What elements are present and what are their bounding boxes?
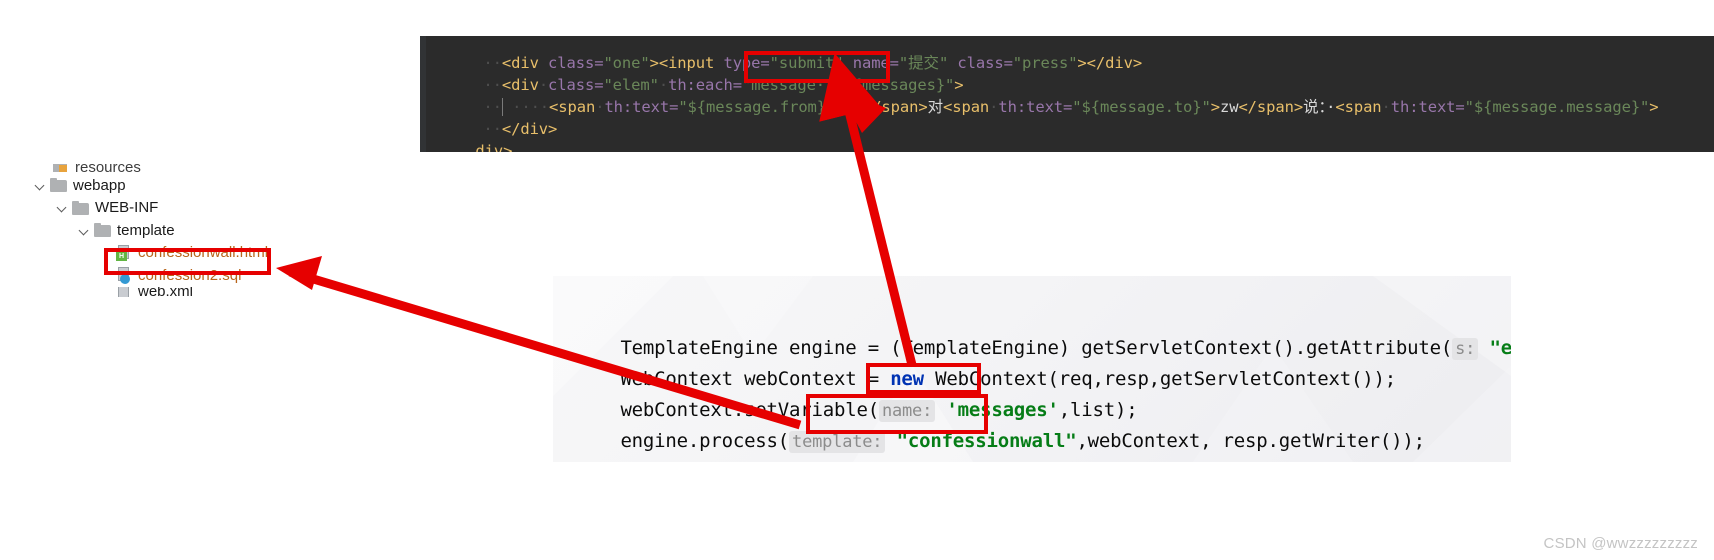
java-text-4: engine.process(: [620, 430, 790, 452]
tree-label-resources: resources: [75, 160, 141, 174]
chevron-down-icon[interactable]: [78, 224, 91, 237]
text-shuo: 说：·: [1303, 98, 1336, 116]
java-line-engine-process[interactable]: engine.process(template: "confessionwall…: [553, 395, 1425, 462]
attr-thtext-msg: th:text=: [1390, 98, 1465, 116]
java-code-editor[interactable]: TemplateEngine engine = (TemplateEngine)…: [553, 276, 1511, 462]
param-hint-template: template:: [789, 431, 886, 453]
attr-thtext-from-value: "${message.from}": [678, 98, 836, 116]
java-text-4b: ,webContext, resp.getWriter());: [1076, 430, 1425, 452]
tree-label-web-inf: WEB-INF: [95, 199, 159, 217]
tree-label-confessionwall-html: confessionwall.html: [138, 244, 269, 262]
folder-icon: [50, 178, 67, 193]
chevron-down-icon[interactable]: [34, 179, 47, 192]
folder-icon: [94, 223, 111, 238]
tree-label-template: template: [117, 221, 175, 239]
tree-label-confession2-sql: confession2.sql: [138, 266, 242, 284]
span-close1: </span>: [862, 98, 928, 116]
tree-label-webapp: webapp: [73, 176, 126, 194]
gt3: >: [1649, 98, 1659, 116]
project-file-tree[interactable]: resources webapp WEB-INF template H conf…: [28, 160, 328, 312]
tag-span-to: <span: [943, 98, 990, 116]
gt2: >: [1210, 98, 1220, 116]
sidebar-item-confessionwall-html[interactable]: H confessionwall.html: [116, 242, 328, 265]
sidebar-item-confession2-sql[interactable]: confession2.sql: [116, 264, 328, 287]
sql-file-icon: [116, 267, 132, 285]
tree-label-web-xml: web.xml: [138, 286, 194, 297]
tree-row-resources[interactable]: resources: [52, 160, 328, 174]
tag-outer-div-close: div>: [475, 142, 513, 152]
text-dui: 对: [927, 98, 944, 116]
attr-thtext-to: th:text=: [998, 98, 1073, 116]
code-line-span-from[interactable]: ·· ····<span·th:text="${message.from}">w…: [428, 74, 1659, 140]
chevron-down-icon[interactable]: [56, 201, 69, 214]
gt1: >: [835, 98, 845, 116]
attr-thtext-msg-value: "${message.message}": [1464, 98, 1650, 116]
attr-thtext-from: th:text=: [604, 98, 679, 116]
span-close2: </span>: [1238, 98, 1304, 116]
param-hint-s: s:: [1452, 338, 1479, 360]
tag-span-msg: <span: [1335, 98, 1382, 116]
sidebar-item-webapp[interactable]: webapp: [34, 174, 328, 197]
sidebar-item-template[interactable]: template: [78, 219, 328, 242]
sd3: ·: [1381, 98, 1391, 116]
attr-class2-value: "press": [1012, 54, 1078, 72]
tag-div-close1: ></div>: [1077, 54, 1143, 72]
csdn-watermark: CSDN @wwzzzzzzzzz: [1543, 535, 1698, 552]
sp1: [1478, 337, 1489, 359]
text-zw: zw: [1219, 98, 1239, 116]
html-code-editor[interactable]: ··<div class="one"><input type="submit" …: [420, 36, 1714, 152]
java-string-engine: "engine": [1489, 337, 1511, 359]
resources-folder-icon: [52, 160, 69, 174]
xml-file-icon: [116, 286, 132, 297]
sidebar-item-web-xml[interactable]: web.xml: [116, 286, 328, 297]
code-line-close-outer-div[interactable]: div>: [420, 118, 512, 152]
html-file-icon: H: [116, 244, 132, 261]
sidebar-item-web-inf[interactable]: WEB-INF: [56, 197, 328, 220]
java-string-confessionwall: "confessionwall": [896, 430, 1077, 452]
folder-icon: [72, 200, 89, 215]
sp3: [885, 430, 896, 452]
screenshot-root: ··<div class="one"><input type="submit" …: [0, 0, 1714, 560]
attr-thtext-to-value: "${message.to}": [1072, 98, 1211, 116]
text-wz: wz: [844, 98, 864, 116]
